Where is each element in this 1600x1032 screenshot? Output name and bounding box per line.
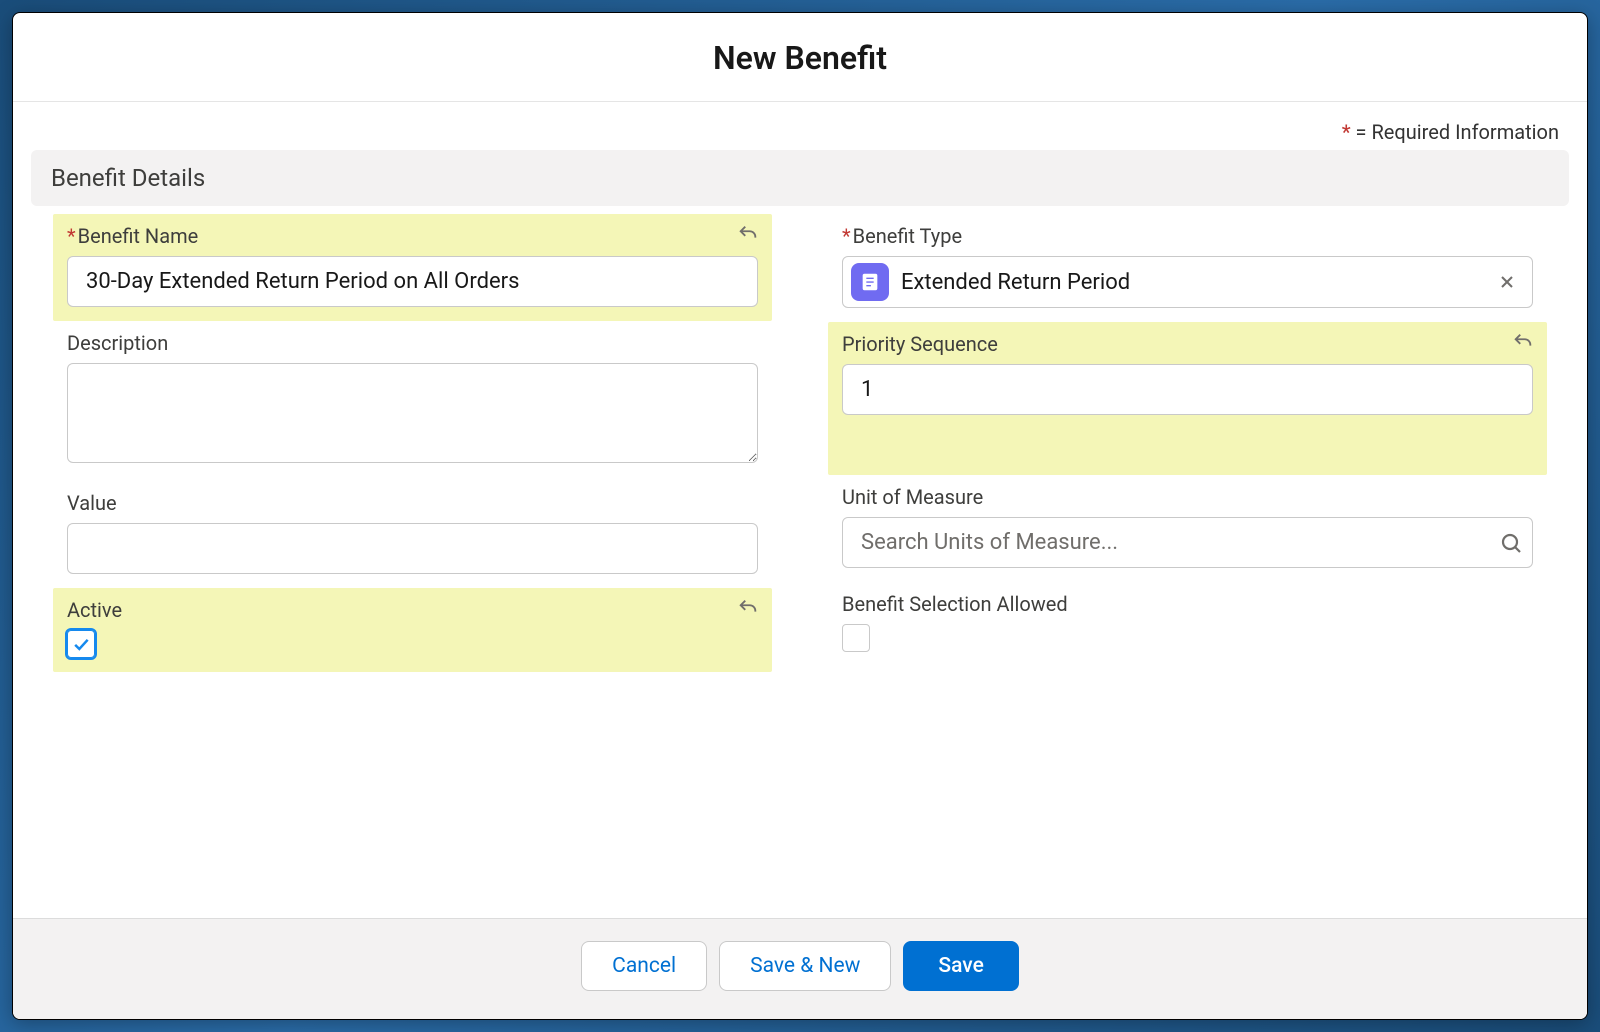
label-priority-sequence: Priority Sequence — [842, 332, 1533, 356]
benefit-type-value: Extended Return Period — [889, 266, 1494, 299]
required-info-note: * = Required Information — [13, 102, 1587, 150]
new-benefit-modal: New Benefit * = Required Information Ben… — [12, 12, 1588, 1020]
modal-title: New Benefit — [13, 39, 1587, 77]
unit-of-measure-search[interactable] — [842, 517, 1533, 568]
section-header-benefit-details: Benefit Details — [31, 150, 1569, 206]
field-benefit-type: *Benefit Type Extended Return Period — [828, 214, 1547, 322]
label-active: Active — [67, 598, 758, 622]
form-col-right: *Benefit Type Extended Return Period — [828, 214, 1547, 672]
label-description: Description — [67, 331, 758, 355]
cancel-button[interactable]: Cancel — [581, 941, 707, 991]
required-text: = Required Information — [1356, 120, 1559, 144]
label-benefit-name: *Benefit Name — [67, 224, 758, 248]
benefit-name-input[interactable] — [67, 256, 758, 307]
label-benefit-type: *Benefit Type — [842, 224, 1533, 248]
search-icon[interactable] — [1490, 531, 1532, 555]
form-col-left: *Benefit Name Description Value Ac — [53, 214, 772, 672]
modal-header: New Benefit — [13, 13, 1587, 102]
form-grid: *Benefit Name Description Value Ac — [13, 214, 1587, 712]
value-input[interactable] — [67, 523, 758, 574]
priority-sequence-input[interactable] — [842, 364, 1533, 415]
save-button[interactable]: Save — [903, 941, 1018, 991]
undo-icon[interactable] — [1511, 330, 1535, 354]
label-unit-of-measure: Unit of Measure — [842, 485, 1533, 509]
field-benefit-selection-allowed: Benefit Selection Allowed — [828, 582, 1547, 666]
field-description: Description — [53, 321, 772, 481]
save-and-new-button[interactable]: Save & New — [719, 941, 891, 991]
label-value: Value — [67, 491, 758, 515]
description-textarea[interactable] — [67, 363, 758, 463]
label-benefit-selection-allowed: Benefit Selection Allowed — [842, 592, 1533, 616]
field-benefit-name: *Benefit Name — [53, 214, 772, 321]
undo-icon[interactable] — [736, 222, 760, 246]
required-asterisk: * — [842, 224, 851, 248]
undo-icon[interactable] — [736, 596, 760, 620]
benefit-type-icon — [851, 263, 889, 301]
active-checkbox[interactable] — [67, 630, 95, 658]
benefit-selection-allowed-checkbox[interactable] — [842, 624, 870, 652]
field-unit-of-measure: Unit of Measure — [828, 475, 1547, 582]
modal-body: * = Required Information Benefit Details… — [13, 102, 1587, 918]
benefit-type-lookup[interactable]: Extended Return Period — [842, 256, 1533, 308]
clear-icon[interactable] — [1494, 269, 1520, 295]
modal-footer: Cancel Save & New Save — [13, 918, 1587, 1019]
section-title: Benefit Details — [51, 164, 1549, 192]
field-priority-sequence: Priority Sequence — [828, 322, 1547, 475]
required-asterisk: * — [67, 224, 76, 248]
field-value: Value — [53, 481, 772, 588]
field-active: Active — [53, 588, 772, 672]
required-asterisk: * — [1342, 120, 1351, 144]
unit-of-measure-input[interactable] — [843, 518, 1490, 567]
